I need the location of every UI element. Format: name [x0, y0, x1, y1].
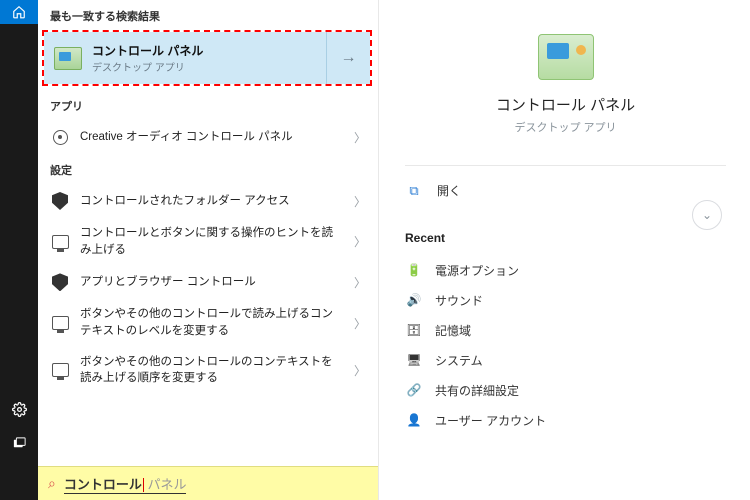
- settings-result-item[interactable]: アプリとブラウザー コントロール 〉: [38, 265, 378, 299]
- detail-panel: コントロール パネル デスクトップ アプリ ⧉ 開く ⌄ Recent 🔋 電源…: [378, 0, 750, 500]
- storage-icon: 🗄: [405, 321, 423, 339]
- best-match-subtitle: デスクトップ アプリ: [92, 59, 203, 74]
- best-match-item[interactable]: コントロール パネル デスクトップ アプリ →: [44, 32, 370, 84]
- images-icon[interactable]: [0, 426, 38, 460]
- settings-result-item[interactable]: コントロールされたフォルダー アクセス 〉: [38, 184, 378, 218]
- apps-header: アプリ: [38, 90, 378, 120]
- detail-subtitle: デスクトップ アプリ: [514, 119, 616, 135]
- control-panel-icon: [54, 47, 82, 70]
- sharing-icon: 🔗: [405, 381, 423, 399]
- chevron-right-icon: 〉: [354, 129, 366, 146]
- taskbar-sidebar: [0, 0, 38, 500]
- settings-header: 設定: [38, 154, 378, 184]
- chevron-right-icon: 〉: [354, 233, 366, 250]
- control-panel-icon-large: [538, 34, 594, 80]
- best-match-highlight: コントロール パネル デスクトップ アプリ →: [42, 30, 372, 86]
- app-result-item[interactable]: Creative オーディオ コントロール パネル 〉: [38, 120, 378, 154]
- system-icon: 🖥: [405, 351, 423, 369]
- expand-arrow-icon[interactable]: →: [326, 32, 370, 84]
- expand-chevron-button[interactable]: ⌄: [692, 200, 722, 230]
- power-icon: 🔋: [405, 261, 423, 279]
- display-icon: [50, 232, 70, 252]
- open-action[interactable]: ⧉ 開く: [405, 176, 726, 205]
- search-icon: ⌕: [48, 475, 56, 492]
- recent-item[interactable]: 🔊 サウンド: [405, 285, 726, 315]
- home-icon[interactable]: [0, 0, 38, 24]
- user-account-icon: 👤: [405, 411, 423, 429]
- recent-item[interactable]: 🖥 システム: [405, 345, 726, 375]
- recent-header: Recent: [405, 231, 726, 245]
- search-results-panel: 最も一致する検索結果 コントロール パネル デスクトップ アプリ → アプリ C…: [38, 0, 378, 500]
- settings-result-item[interactable]: ボタンやその他のコントロールで読み上げるコンテキストのレベルを変更する 〉: [38, 299, 378, 346]
- recent-item[interactable]: 🗄 記憶域: [405, 315, 726, 345]
- search-input[interactable]: コントロール パネル: [64, 474, 187, 494]
- settings-result-item[interactable]: コントロールとボタンに関する操作のヒントを読み上げる 〉: [38, 218, 378, 265]
- settings-result-item[interactable]: ボタンやその他のコントロールのコンテキストを読み上げる順序を変更する 〉: [38, 347, 378, 394]
- chevron-right-icon: 〉: [354, 362, 366, 379]
- best-match-header: 最も一致する検索結果: [38, 0, 378, 30]
- shield-icon: [50, 191, 70, 211]
- shield-icon: [50, 272, 70, 292]
- search-bar[interactable]: ⌕ コントロール パネル: [38, 466, 378, 500]
- display-icon: [50, 360, 70, 380]
- chevron-right-icon: 〉: [354, 274, 366, 291]
- recent-item[interactable]: 👤 ユーザー アカウント: [405, 405, 726, 435]
- recent-item[interactable]: 🔗 共有の詳細設定: [405, 375, 726, 405]
- creative-audio-icon: [50, 127, 70, 147]
- display-icon: [50, 313, 70, 333]
- recent-item[interactable]: 🔋 電源オプション: [405, 255, 726, 285]
- best-match-title: コントロール パネル: [92, 42, 203, 59]
- sound-icon: 🔊: [405, 291, 423, 309]
- settings-gear-icon[interactable]: [0, 392, 38, 426]
- detail-title: コントロール パネル: [496, 94, 635, 115]
- open-icon: ⧉: [405, 183, 423, 199]
- chevron-right-icon: 〉: [354, 193, 366, 210]
- chevron-right-icon: 〉: [354, 315, 366, 332]
